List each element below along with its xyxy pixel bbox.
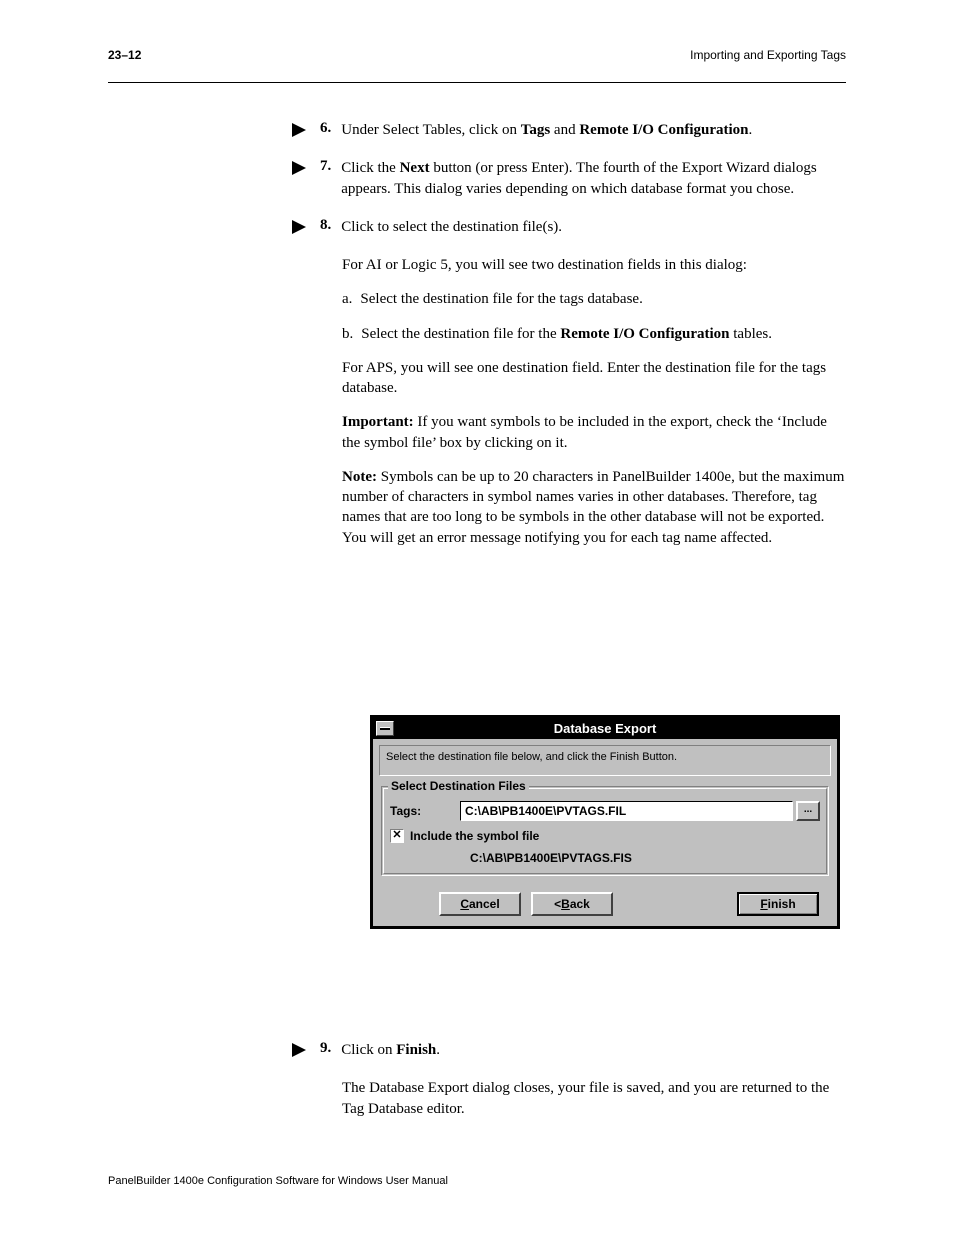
footer-text: PanelBuilder 1400e Configuration Softwar…	[108, 1175, 448, 1187]
step-number: 8.	[320, 217, 331, 234]
step-8b: b. Select the destination file for the R…	[342, 324, 846, 344]
important-note: Important: If you want symbols to be inc…	[342, 412, 846, 453]
step-6: 6. Under Select Tables, click on Tags an…	[290, 120, 846, 140]
step-8a: a. Select the destination file for the t…	[342, 289, 846, 309]
step-text: Click on Finish.	[341, 1040, 440, 1060]
group-label: Select Destination Files	[388, 779, 529, 793]
step-8-block2: For APS, you will see one destination fi…	[342, 358, 846, 399]
triangle-bullet-icon	[290, 219, 308, 235]
header-rule	[108, 82, 846, 83]
database-export-dialog: Database Export Select the destination f…	[370, 715, 840, 929]
step-text: Click to select the destination file(s).	[341, 217, 562, 237]
symbol-file-path: C:\AB\PB1400E\PVTAGS.FIS	[470, 851, 820, 865]
system-menu-icon[interactable]	[376, 721, 394, 736]
cancel-button[interactable]: Cancel	[439, 892, 521, 916]
dialog-instruction: Select the destination file below, and c…	[379, 745, 831, 776]
step-text: Under Select Tables, click on Tags and R…	[341, 120, 752, 140]
sub-label: a.	[342, 289, 352, 309]
step-8-block: For AI or Logic 5, you will see two dest…	[342, 255, 846, 275]
include-symbol-checkbox[interactable]: ✕	[390, 829, 404, 843]
sub-text: Select the destination file for the Remo…	[361, 324, 772, 344]
step-7: 7. Click the Next button (or press Enter…	[290, 158, 846, 199]
content-after-dialog: 9. Click on Finish. The Database Export …	[290, 1040, 846, 1133]
page-header: 23–12 Importing and Exporting Tags	[108, 48, 846, 62]
browse-button[interactable]: ...	[796, 801, 820, 821]
step-8: 8. Click to select the destination file(…	[290, 217, 846, 237]
dialog-title: Database Export	[554, 721, 657, 736]
include-symbol-label: Include the symbol file	[410, 829, 539, 843]
step-9-after: The Database Export dialog closes, your …	[342, 1078, 846, 1119]
tags-path-input[interactable]: C:\AB\PB1400E\PVTAGS.FIL	[460, 801, 793, 821]
sub-text: Select the destination file for the tags…	[360, 289, 642, 309]
step-number: 7.	[320, 158, 331, 175]
select-destination-group: Select Destination Files Tags: C:\AB\PB1…	[381, 786, 829, 876]
finish-button[interactable]: Finish	[737, 892, 819, 916]
step-number: 6.	[320, 120, 331, 137]
dialog-button-row: Cancel <Back Finish	[373, 886, 837, 926]
triangle-bullet-icon	[290, 122, 308, 138]
back-button[interactable]: <Back	[531, 892, 613, 916]
triangle-bullet-icon	[290, 160, 308, 176]
note: Note: Symbols can be up to 20 characters…	[342, 467, 846, 548]
triangle-bullet-icon	[290, 1042, 308, 1058]
tags-label: Tags:	[390, 804, 460, 818]
step-text: Click the Next button (or press Enter). …	[341, 158, 846, 199]
page-number: 23–12	[108, 48, 141, 62]
chapter-title: Importing and Exporting Tags	[690, 48, 846, 62]
body-content: 6. Under Select Tables, click on Tags an…	[290, 120, 846, 562]
include-symbol-row: ✕ Include the symbol file	[390, 829, 820, 843]
tags-field-row: Tags: C:\AB\PB1400E\PVTAGS.FIL ...	[390, 801, 820, 821]
sub-label: b.	[342, 324, 353, 344]
dialog-titlebar: Database Export	[373, 718, 837, 739]
step-number: 9.	[320, 1040, 331, 1057]
step-9: 9. Click on Finish.	[290, 1040, 846, 1060]
